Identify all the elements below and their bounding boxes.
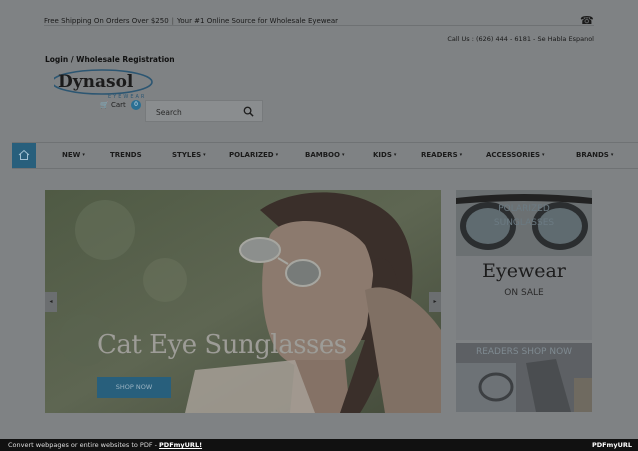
cart-icon: 🛒 — [100, 101, 109, 109]
search-input[interactable] — [156, 106, 236, 118]
cart-label: Cart — [110, 101, 126, 109]
cart-count-badge: 0 — [131, 100, 141, 110]
hero-title: Cat Eye Sunglasses — [97, 330, 347, 360]
chevron-down-icon: ▾ — [393, 152, 397, 158]
chevron-down-icon: ▾ — [82, 152, 85, 158]
chevron-down-icon: ▾ — [341, 152, 345, 158]
slider-prev-arrow[interactable]: ◂ — [45, 292, 57, 312]
nav-brands[interactable]: BRANDS ▾ — [576, 151, 613, 159]
main-nav: NEW ▾ TRENDS STYLES ▾ POLARIZED ▾ BAMBOO ▾ K… — [12, 142, 638, 169]
home-icon — [18, 149, 30, 160]
nav-kids[interactable]: KIDS ▾ — [373, 151, 396, 159]
nav-polarized[interactable]: POLARIZED ▾ — [229, 151, 278, 159]
chevron-down-icon: ▾ — [459, 152, 463, 158]
dynasol-logo[interactable]: Dynasol EYEWEAR — [51, 68, 158, 100]
on-sale-label: ON SALE — [504, 288, 544, 298]
slider-next-arrow[interactable]: ▸ — [429, 292, 441, 312]
hero-slider[interactable]: Cat Eye Sunglasses SHOP NOW — [45, 190, 441, 413]
nav-new[interactable]: NEW ▾ — [62, 151, 85, 159]
login-registration-link[interactable]: Login / Wholesale Registration — [45, 55, 175, 64]
shipping-notice: Free Shipping On Orders Over $250 | Your #… — [44, 17, 339, 25]
nav-styles[interactable]: STYLES ▾ — [172, 151, 206, 159]
pdfmyurl-brand: PDFmyURL — [591, 441, 632, 449]
chevron-down-icon: ▾ — [275, 152, 279, 158]
top-bar: Free Shipping On Orders Over $250 | Your #… — [44, 16, 594, 26]
nav-bamboo[interactable]: BAMBOO ▾ — [305, 151, 344, 159]
tagline: Your #1 Online Source for Wholesale Eyew… — [177, 17, 339, 25]
polarized-heading: POLARIZED SUNGLASSES — [493, 204, 555, 228]
phone-icon[interactable]: ☎ — [580, 15, 594, 27]
shop-now-button[interactable]: SHOP NOW — [97, 377, 171, 398]
pdfmyurl-link[interactable]: PDFmyURL! — [159, 441, 202, 449]
search-icon[interactable] — [243, 106, 254, 117]
readers-promo-banner[interactable]: READERS SHOP NOW — [456, 343, 592, 412]
home-button[interactable] — [12, 143, 36, 168]
chevron-down-icon: ▾ — [203, 152, 206, 158]
chevron-down-icon: ▾ — [542, 152, 545, 158]
nav-readers[interactable]: READERS ▾ — [421, 151, 462, 159]
polarized-promo-banner[interactable]: POLARIZED SUNGLASSES Eyewear ON SALE — [456, 190, 592, 340]
search-box — [145, 100, 263, 122]
pdf-footer-bar: Convert webpages or entire websites to P… — [0, 439, 638, 451]
nav-accessories[interactable]: ACCESSORIES ▾ — [486, 151, 545, 159]
call-us-text: Call Us : (626) 444 - 6181 - Se Habla Es… — [447, 35, 594, 43]
nav-trends[interactable]: TRENDS — [110, 151, 142, 159]
eyewear-title: Eyewear — [482, 260, 566, 282]
readers-shop-now-label: READERS SHOP NOW — [475, 347, 573, 357]
cart-button[interactable]: 🛒 Cart 0 — [100, 100, 141, 110]
logo-text: Dynasol — [58, 72, 134, 92]
chevron-down-icon: ▾ — [610, 152, 614, 158]
logo-graphic: Dynasol EYEWEAR — [51, 69, 153, 100]
top-bar-separator: | — [171, 17, 175, 25]
